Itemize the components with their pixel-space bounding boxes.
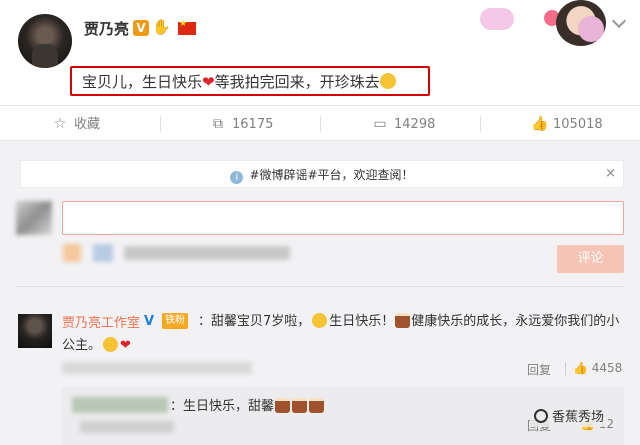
post-text-part2: 等我拍完回来，开珍珠去 (214, 73, 380, 91)
kiss-emoji-icon (312, 313, 328, 328)
fan-badge: 铁粉 (162, 313, 188, 329)
verified-badge-icon: V (133, 20, 149, 36)
comment-icon: ▭ (373, 116, 387, 132)
notice-text: #微博辟谣#平台，欢迎查阅！ (249, 168, 414, 182)
verified-v-icon: V (144, 314, 155, 329)
wechat-logo-icon (534, 409, 548, 423)
heart-icon: ❤ (120, 338, 131, 353)
divider (565, 362, 566, 376)
comment-text-2: 生日快乐！ (329, 314, 395, 329)
image-tool-icon[interactable] (93, 244, 113, 262)
clap-badge-icon: ✋ (152, 18, 171, 36)
repost-button[interactable]: ⧉ 16175 (210, 106, 273, 142)
comment-timestamp (62, 362, 252, 374)
heart-icon: ❤ (202, 73, 215, 91)
weibo-post: 贾乃亮 V ✋ 宝贝儿，生日快乐❤等我拍完回来，开珍珠去 ☆收藏 ⧉16175 … (0, 0, 640, 445)
watermark-text: 香蕉秀场 (552, 410, 605, 425)
info-icon: i (230, 171, 244, 184)
comment-text-1: ：甜馨宝贝7岁啦， (198, 314, 311, 329)
post-text-part1: 宝贝儿，生日快乐 (82, 73, 203, 91)
cake-icon (292, 398, 308, 413)
comment-count: 14298 (394, 117, 436, 132)
current-user-avatar (16, 201, 52, 235)
divider (320, 116, 321, 132)
reply-text-body: ：生日快乐，甜馨 (170, 399, 275, 414)
divider (480, 116, 481, 132)
post-text: 宝贝儿，生日快乐❤等我拍完回来，开珍珠去 (82, 71, 396, 92)
watermark: 香蕉秀场 (530, 404, 609, 427)
cloud-decoration (480, 8, 514, 30)
star-icon: ☆ (53, 116, 67, 132)
comment-text-continued: 公主。 ❤ (62, 336, 131, 356)
cake-icon (395, 313, 411, 328)
favorite-button[interactable]: ☆ 收藏 (52, 106, 100, 142)
kiss-emoji-icon (379, 73, 396, 89)
reply-text: ：生日快乐，甜馨 (170, 395, 325, 414)
comment-like-count: 4458 (591, 361, 623, 375)
comment-button[interactable]: ▭ 14298 (372, 106, 435, 142)
like-button[interactable]: 👍 105018 (531, 106, 603, 142)
like-count: 105018 (553, 117, 603, 132)
comment-text-3: 健康快乐的成长，永远爱你我们的小 (411, 314, 620, 329)
author-name[interactable]: 贾乃亮 (84, 18, 129, 39)
repost-count: 16175 (232, 117, 274, 132)
comment-text-4: 公主。 (62, 338, 102, 353)
comment-text: ：甜馨宝贝7岁啦， 生日快乐！ 健康快乐的成长，永远爱你我们的小 (198, 312, 624, 332)
reply-author[interactable] (72, 397, 168, 413)
notice-banner[interactable]: i #微博辟谣#平台，欢迎查阅！ (20, 160, 624, 188)
reply-button[interactable]: 回复 (527, 361, 551, 378)
emoji-tool-icon[interactable] (63, 244, 81, 262)
repost-icon: ⧉ (213, 116, 223, 132)
thumbs-up-icon: 👍 (531, 116, 549, 132)
submit-comment-button[interactable]: 评论 (557, 245, 624, 273)
action-bar: ☆ 收藏 ⧉ 16175 ▭ 14298 👍 105018 (0, 105, 640, 141)
reply-timestamp (80, 421, 174, 433)
cake-icon (309, 398, 325, 413)
commenter-avatar[interactable] (18, 314, 52, 348)
thumbs-up-icon: 👍 (573, 361, 592, 375)
comment-input[interactable] (62, 201, 624, 235)
divider (160, 116, 161, 132)
commenter-name[interactable]: 贾乃亮工作室 (62, 312, 140, 331)
favorite-label: 收藏 (74, 117, 101, 132)
kiss-emoji-icon (103, 337, 119, 352)
bunny-decoration (578, 16, 604, 42)
comment-like-button[interactable]: 👍 4458 (573, 361, 622, 375)
close-icon[interactable]: × (605, 166, 616, 181)
cake-icon (275, 398, 291, 413)
repost-option[interactable] (124, 246, 290, 260)
china-flag-icon (178, 19, 196, 35)
section-divider (16, 286, 624, 287)
author-avatar[interactable] (18, 14, 72, 68)
